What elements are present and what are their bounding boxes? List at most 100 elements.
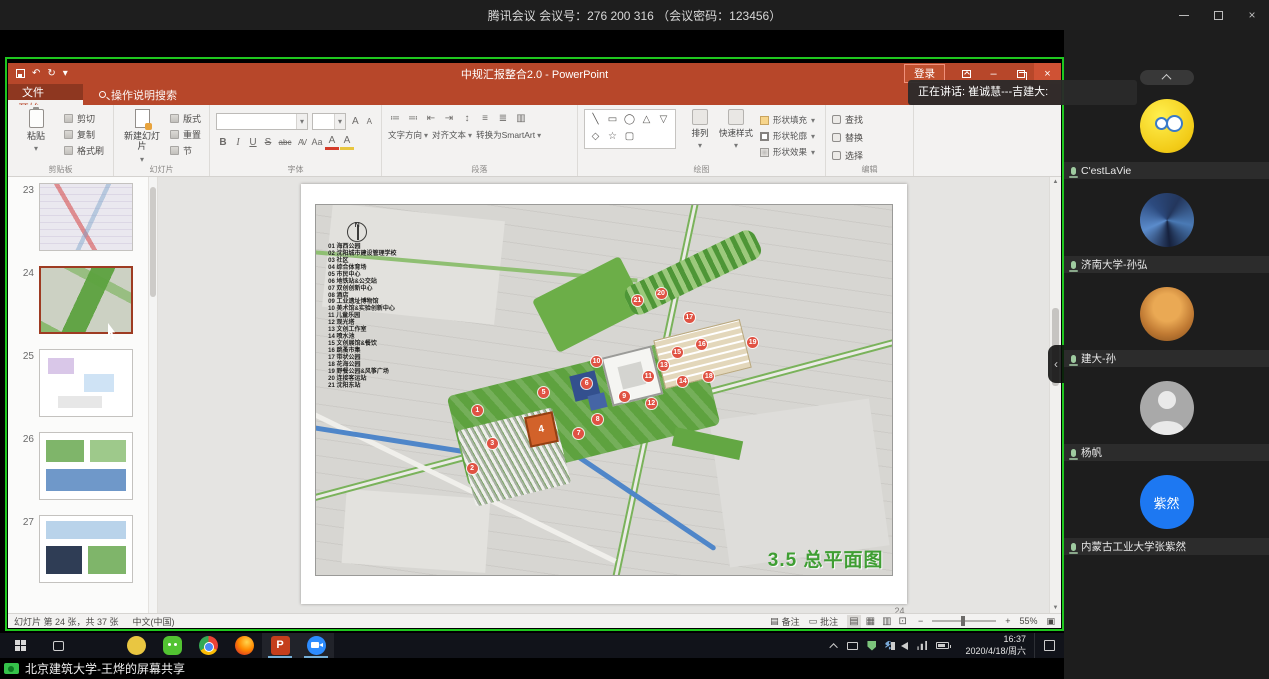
thumbnail-preview[interactable] (39, 432, 133, 500)
paragraph-format-button[interactable]: ▥ (514, 113, 528, 124)
paragraph-format-button[interactable]: ≡ (478, 113, 492, 124)
participant-name-row[interactable]: 济南大学-孙弘 (1064, 256, 1269, 273)
participant-item[interactable]: 紫然 内蒙古工业大学张紫然 (1064, 475, 1269, 555)
scrollbar-thumb[interactable] (150, 187, 156, 297)
volume-icon[interactable] (901, 642, 908, 650)
thumbnail-preview[interactable] (39, 515, 133, 583)
language-indicator[interactable]: 中文(中国) (133, 615, 175, 628)
paragraph-format-button[interactable]: ⇤ (424, 113, 438, 124)
font-name-select[interactable]: ▾ (216, 113, 308, 130)
participant-item[interactable]: C'estLaVie (1064, 99, 1269, 179)
shape-icon[interactable]: ▢ (621, 128, 638, 145)
ribbon-tab[interactable]: 文件 (8, 84, 83, 100)
paragraph-command[interactable]: 文字方向▾ (388, 129, 428, 141)
view-mode-button[interactable]: ▥ (880, 615, 893, 628)
maximize-button[interactable] (1201, 0, 1235, 30)
zoom-slider[interactable] (932, 620, 996, 622)
participant-item[interactable]: 建大-孙 (1064, 287, 1269, 367)
scroll-down-icon[interactable]: ▼ (1050, 605, 1061, 611)
thumbnail-preview[interactable] (39, 183, 133, 251)
participant-name-row[interactable]: C'estLaVie (1064, 162, 1269, 179)
paragraph-format-button[interactable]: ≔ (388, 113, 402, 124)
editing-command[interactable]: 查找 (832, 113, 909, 126)
zoom-level[interactable]: 55% (1019, 616, 1037, 626)
drawing-command[interactable]: 快速样式 ▾ (718, 109, 754, 165)
notes-button[interactable]: ▤备注 (770, 615, 800, 628)
font-style-button[interactable]: A (325, 135, 339, 150)
shape-icon[interactable]: ☆ (604, 128, 621, 145)
paragraph-command[interactable]: 转换为SmartArt▾ (476, 129, 541, 141)
save-icon[interactable] (16, 69, 25, 78)
clipboard-command[interactable]: 格式刷 (64, 144, 104, 157)
taskbar-app-button[interactable] (154, 633, 190, 658)
hidden-icons-chevron-icon[interactable] (830, 643, 838, 651)
taskbar-app-button[interactable] (298, 633, 334, 658)
participant-name-row[interactable]: 内蒙古工业大学张紫然 (1064, 538, 1269, 555)
new-slide-button[interactable]: 新建幻灯片 ▾ (120, 109, 164, 165)
shape-icon[interactable]: ╲ (587, 111, 604, 128)
shape-format-command[interactable]: 形状填充 ▾ (760, 114, 815, 126)
font-style-button[interactable]: abc (276, 135, 294, 150)
thumbnail-preview[interactable] (39, 349, 133, 417)
shape-icon[interactable]: △ (638, 111, 655, 128)
start-button[interactable] (0, 633, 40, 658)
clipboard-command[interactable]: 复制 (64, 128, 104, 141)
view-mode-button[interactable]: ▤ (847, 615, 860, 628)
slides-command[interactable]: 节 (170, 144, 201, 157)
paragraph-format-button[interactable]: ≣ (496, 113, 510, 124)
taskbar-app-button[interactable]: P (262, 633, 298, 658)
fit-slide-button[interactable]: ▣ (1046, 616, 1055, 627)
qat-dropdown-icon[interactable]: ▾ (63, 68, 68, 79)
comments-button[interactable]: ▭批注 (809, 615, 839, 628)
minimize-button[interactable] (1167, 0, 1201, 30)
security-shield-icon[interactable] (867, 641, 876, 651)
slides-command[interactable]: 重置 (170, 128, 201, 141)
action-center-button[interactable] (1034, 633, 1064, 658)
font-size-select[interactable]: ▾ (312, 113, 346, 130)
shape-format-command[interactable]: 形状效果 ▾ (760, 146, 815, 158)
font-style-button[interactable]: Aa (310, 135, 324, 150)
slide-thumbnail[interactable]: 26 (8, 432, 147, 500)
slide-thumbnail[interactable]: 23 (8, 183, 147, 251)
taskbar-app-button[interactable] (190, 633, 226, 658)
editing-command[interactable]: 选择 (832, 149, 909, 162)
scroll-up-icon[interactable]: ▲ (1050, 179, 1061, 185)
slides-command[interactable]: 版式 (170, 112, 201, 125)
font-style-button[interactable]: B (216, 135, 230, 150)
shape-icon[interactable]: ◇ (587, 128, 604, 145)
battery-icon[interactable] (936, 642, 949, 649)
task-view-button[interactable] (40, 633, 76, 658)
participant-name-row[interactable]: 杨帆 (1064, 444, 1269, 461)
taskbar-app-button[interactable] (226, 633, 262, 658)
editing-command[interactable]: 替换 (832, 131, 909, 144)
paragraph-command[interactable]: 对齐文本▾ (432, 129, 472, 141)
display-icon[interactable] (847, 642, 858, 650)
grow-font-button[interactable]: A (350, 116, 361, 127)
undo-icon[interactable]: ↶ (32, 68, 40, 79)
drawing-command[interactable]: 排列 ▾ (682, 109, 718, 165)
paragraph-format-button[interactable]: ↕ (460, 113, 474, 124)
font-style-button[interactable]: AV (295, 135, 309, 150)
thumbnail-preview[interactable] (39, 266, 133, 334)
shape-icon[interactable]: ▽ (655, 111, 672, 128)
view-mode-button[interactable]: ⊡ (897, 615, 909, 628)
tell-me-search[interactable]: 操作说明搜索 (99, 84, 177, 105)
slide-thumbnail[interactable]: 24 (8, 266, 147, 334)
redo-icon[interactable]: ↻ (47, 68, 55, 79)
collapse-panel-button[interactable] (1140, 70, 1194, 85)
thumbnail-scrollbar[interactable] (148, 177, 157, 613)
clipboard-command[interactable]: 剪切 (64, 112, 104, 125)
slide-thumbnail[interactable]: 27 (8, 515, 147, 583)
shape-icon[interactable]: ◯ (621, 111, 638, 128)
slide-scrollbar[interactable]: ▲ ▼ (1049, 177, 1061, 613)
taskbar-app-button[interactable] (118, 633, 154, 658)
paragraph-format-button[interactable]: ⇥ (442, 113, 456, 124)
shape-format-command[interactable]: 形状轮廓 ▾ (760, 130, 815, 142)
font-style-button[interactable]: S (261, 135, 275, 150)
zoom-slider-thumb[interactable] (961, 616, 965, 626)
participant-name-row[interactable]: 建大-孙 (1064, 350, 1269, 367)
participant-item[interactable]: 杨帆 (1064, 381, 1269, 461)
shrink-font-button[interactable]: A (365, 117, 374, 126)
shape-icon[interactable]: ▭ (604, 111, 621, 128)
paragraph-format-button[interactable]: ≕ (406, 113, 420, 124)
